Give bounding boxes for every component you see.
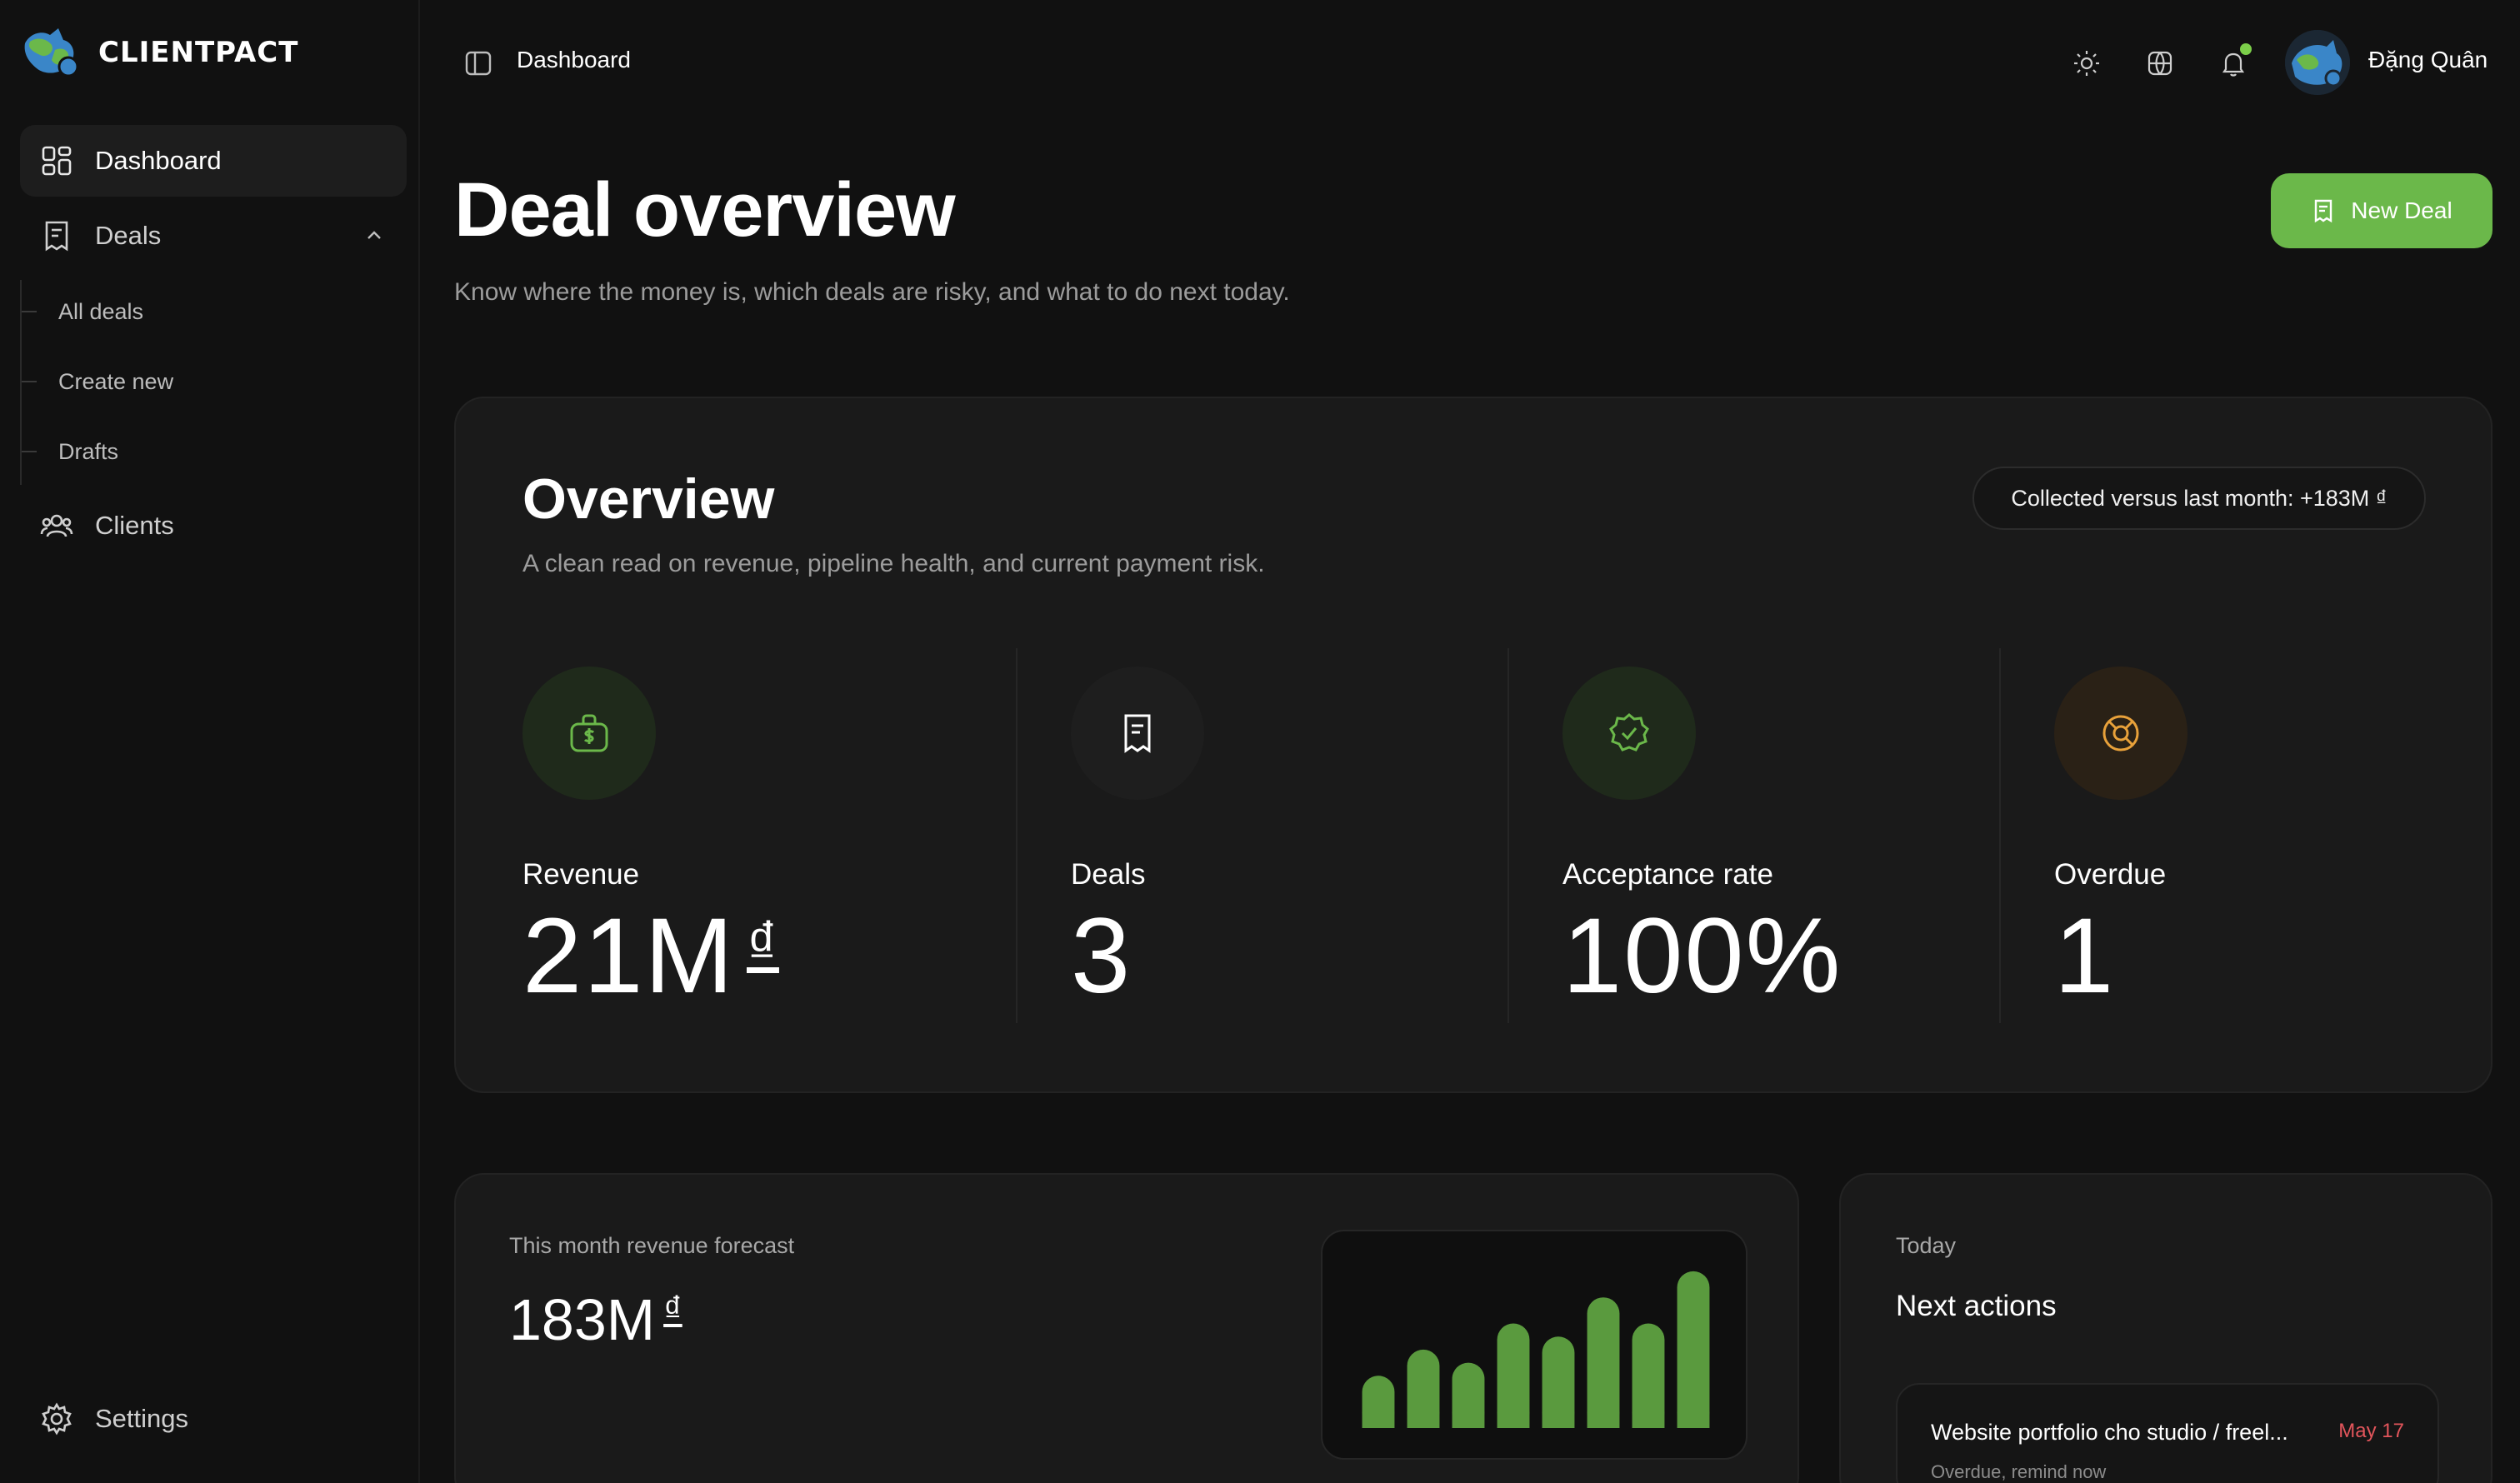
- sidebar-item-settings[interactable]: Settings: [20, 1383, 407, 1455]
- metric-overdue: Overdue 1: [1999, 648, 2491, 1023]
- logo-text: CLIENTPACT: [98, 36, 299, 69]
- chart-bar-base: [1452, 1411, 1485, 1428]
- notification-badge: [2240, 43, 2252, 55]
- metric-value: 3: [1071, 896, 1132, 1016]
- metric-label: Overdue: [2054, 858, 2167, 891]
- metric-value: 1: [2054, 896, 2116, 1016]
- next-actions-title: Next actions: [1896, 1290, 2057, 1322]
- chart-bar-base: [1362, 1411, 1395, 1428]
- metric-label: Deals: [1071, 858, 1146, 891]
- receipt-icon: [2315, 199, 2332, 223]
- chart-bar-base: [1587, 1411, 1620, 1428]
- gear-icon: [40, 1402, 73, 1436]
- user-name[interactable]: Đặng Quân: [2368, 47, 2488, 73]
- sidebar-item-deals[interactable]: Deals: [20, 200, 407, 272]
- metric-acceptance-rate: Acceptance rate 100%: [1508, 648, 1999, 1023]
- forecast-bar-chart: [1321, 1230, 1748, 1460]
- deals-subnav: All deals Create new Drafts: [20, 280, 387, 485]
- page-subtitle: Know where the money is, which deals are…: [454, 278, 1290, 306]
- new-deal-label: New Deal: [2351, 197, 2452, 223]
- chart-bar: [1677, 1271, 1710, 1428]
- action-item-name: Website portfolio cho studio / freel...: [1931, 1420, 2288, 1445]
- sidebar-item-label: Clients: [95, 511, 174, 540]
- chart-bar-base: [1677, 1411, 1710, 1428]
- overview-card: Overview A clean read on revenue, pipeli…: [454, 397, 2492, 1093]
- chart-bar: [1587, 1297, 1620, 1428]
- chart-bar-base: [1497, 1411, 1530, 1428]
- verified-badge-icon: [1562, 667, 1696, 800]
- avatar[interactable]: [2285, 30, 2350, 95]
- sidebar-item-label: Deals: [95, 221, 162, 250]
- bar-chart-svg: [1362, 1271, 1710, 1428]
- money-bag-icon: [522, 667, 656, 800]
- forecast-card: This month revenue forecast 183M ₫: [454, 1173, 1799, 1483]
- chevron-up-icon[interactable]: [363, 225, 385, 247]
- receipt-icon: [40, 219, 73, 252]
- metric-label: Revenue: [522, 858, 640, 891]
- dashboard-grid-icon: [40, 144, 73, 177]
- metric-value: 100%: [1562, 896, 1842, 1016]
- logo-globe-icon: [24, 28, 79, 77]
- currency-symbol: ₫: [663, 1289, 682, 1330]
- action-item-date: May 17: [2338, 1420, 2404, 1442]
- metric-label: Acceptance rate: [1562, 858, 1773, 891]
- sidebar-item-dashboard[interactable]: Dashboard: [20, 125, 407, 197]
- sidebar-subitem-all-deals[interactable]: All deals: [22, 287, 372, 337]
- page-title: Deal overview: [454, 167, 956, 252]
- users-icon: [40, 509, 73, 542]
- sidebar-subitem-create-new[interactable]: Create new: [22, 357, 372, 407]
- overview-title: Overview: [522, 467, 775, 531]
- sidebar-item-label: Settings: [95, 1404, 189, 1433]
- new-deal-button[interactable]: New Deal: [2271, 173, 2492, 248]
- breadcrumb: Dashboard: [517, 47, 631, 72]
- sidebar: CLIENTPACT Dashboard Deals All deals Cre…: [0, 0, 420, 1483]
- receipt-icon: [1071, 667, 1204, 800]
- sidebar-item-clients[interactable]: Clients: [20, 490, 407, 562]
- sun-icon[interactable]: [2070, 47, 2103, 80]
- chart-bar-base: [1407, 1411, 1440, 1428]
- metric-value: 21M ₫: [522, 903, 779, 1010]
- currency-symbol: ₫: [747, 911, 779, 977]
- metric-deals: Deals 3: [1016, 648, 1508, 1023]
- globe-icon[interactable]: [2143, 47, 2177, 80]
- action-item[interactable]: Website portfolio cho studio / freel... …: [1896, 1383, 2439, 1483]
- action-item-status: Overdue, remind now: [1931, 1461, 2107, 1482]
- comparison-pill: Collected versus last month: +183M ₫: [1972, 467, 2426, 530]
- forecast-value-number: 183M: [509, 1287, 656, 1352]
- next-actions-card: Today Next actions Website portfolio cho…: [1839, 1173, 2492, 1483]
- sidebar-toggle-icon[interactable]: [463, 48, 493, 78]
- metric-revenue: Revenue 21M ₫: [522, 648, 1014, 1023]
- next-actions-label: Today: [1896, 1233, 1957, 1258]
- sidebar-item-label: Dashboard: [95, 146, 222, 175]
- app-root: CLIENTPACT Dashboard Deals All deals Cre…: [0, 0, 2520, 1483]
- forecast-value: 183M ₫: [509, 1286, 682, 1353]
- logo[interactable]: CLIENTPACT: [22, 25, 298, 80]
- lifebuoy-icon: [2054, 667, 2188, 800]
- sidebar-subitem-drafts[interactable]: Drafts: [22, 427, 372, 477]
- forecast-label: This month revenue forecast: [509, 1233, 795, 1258]
- chart-bar-base: [1542, 1411, 1575, 1428]
- chart-bar-base: [1632, 1411, 1665, 1428]
- overview-subtitle: A clean read on revenue, pipeline health…: [522, 550, 1265, 577]
- metric-value-number: 21M: [522, 896, 735, 1016]
